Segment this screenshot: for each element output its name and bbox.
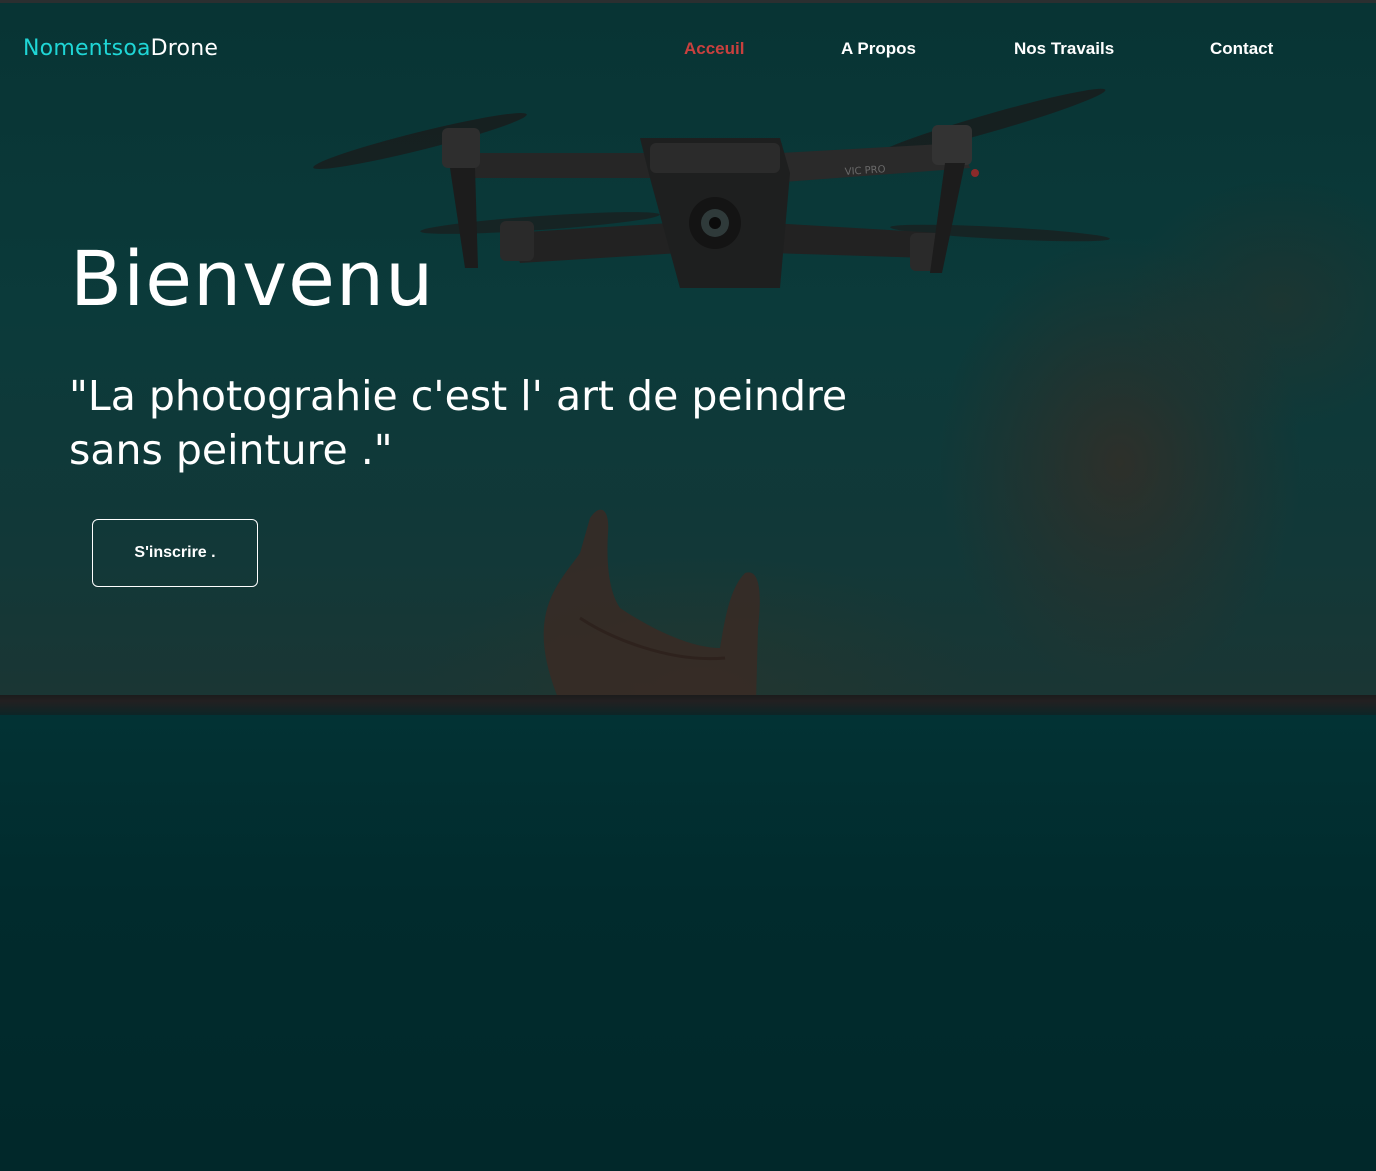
brand-name-part2: Drone [150,36,219,61]
hero-title: Bienvenu [70,234,435,323]
brand-name-part1: Nomentsoa [23,36,151,61]
content-section [0,715,1376,1171]
page: VIC PRO NomentsoaDrone Acceuil A Propos … [0,0,1376,1171]
nav-link-nos-travails[interactable]: Nos Travails [1014,39,1114,59]
hero-section: VIC PRO NomentsoaDrone Acceuil A Propos … [0,3,1376,695]
hero-quote: "La photograhie c'est l' art de peindre … [69,372,848,474]
nav-link-acceuil[interactable]: Acceuil [684,39,744,59]
drone-model-label: VIC PRO [844,164,886,178]
brand-logo[interactable]: NomentsoaDrone [23,35,218,63]
nav-link-contact[interactable]: Contact [1210,39,1273,59]
nav-link-a-propos[interactable]: A Propos [841,39,916,59]
signup-button[interactable]: S'inscrire . [92,519,258,587]
section-divider [0,695,1376,715]
hand-image [543,509,760,695]
